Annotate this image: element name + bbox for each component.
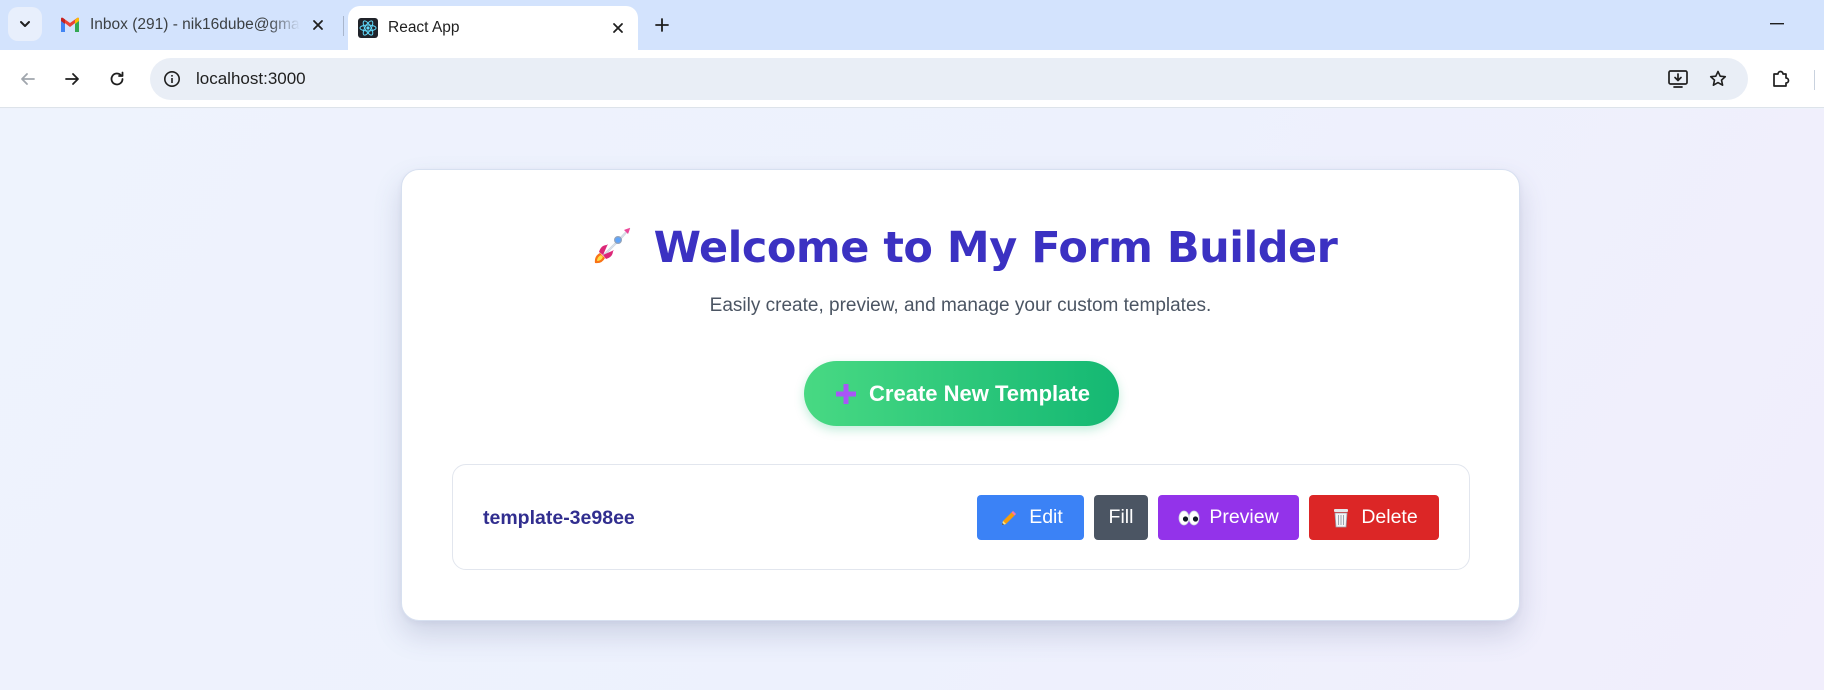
close-icon[interactable] bbox=[308, 15, 328, 35]
back-button[interactable] bbox=[12, 63, 44, 95]
bookmark-star-icon[interactable] bbox=[1706, 67, 1730, 91]
template-list-item: template-3e98ee Edit Fill Preview Delete bbox=[452, 464, 1470, 570]
create-new-template-button[interactable]: Create New Template bbox=[804, 361, 1119, 426]
plus-icon bbox=[655, 18, 669, 32]
rocket-icon bbox=[584, 222, 636, 274]
site-info-icon[interactable] bbox=[160, 67, 184, 91]
tab-gmail[interactable]: Inbox (291) - nik16dube@gmail.com - Gmai… bbox=[58, 0, 338, 50]
reload-icon bbox=[110, 71, 124, 86]
arrow-left-icon bbox=[21, 73, 35, 85]
forward-button[interactable] bbox=[56, 63, 88, 95]
delete-button-label: Delete bbox=[1361, 506, 1418, 528]
close-icon[interactable] bbox=[608, 18, 628, 38]
puzzle-icon bbox=[1773, 70, 1790, 87]
browser-toolbar: localhost:3000 bbox=[0, 50, 1824, 108]
tab-title: Inbox (291) - nik16dube@gmail.com - Gmai… bbox=[90, 16, 300, 33]
eyes-icon bbox=[1178, 507, 1200, 529]
create-button-label: Create New Template bbox=[869, 380, 1090, 406]
template-actions: Edit Fill Preview Delete bbox=[977, 495, 1439, 540]
preview-button-label: Preview bbox=[1209, 506, 1279, 528]
tab-divider bbox=[343, 16, 344, 36]
tab-strip: Inbox (291) - nik16dube@gmail.com - Gmai… bbox=[0, 0, 1824, 50]
page-title: Welcome to My Form Builder bbox=[653, 223, 1338, 273]
chevron-down-icon bbox=[20, 21, 30, 27]
tab-title: React App bbox=[388, 19, 460, 36]
preview-button[interactable]: Preview bbox=[1158, 495, 1299, 540]
tab-search-button[interactable] bbox=[8, 7, 42, 41]
plus-icon bbox=[833, 381, 859, 407]
react-icon bbox=[358, 18, 378, 38]
gmail-icon bbox=[60, 15, 80, 35]
page-heading: Welcome to My Form Builder bbox=[402, 222, 1519, 274]
extensions-button[interactable] bbox=[1768, 63, 1794, 95]
wastebasket-icon bbox=[1330, 507, 1352, 529]
delete-button[interactable]: Delete bbox=[1309, 495, 1439, 540]
minimize-icon bbox=[1770, 23, 1784, 25]
arrow-right-icon bbox=[65, 73, 79, 85]
url-text[interactable]: localhost:3000 bbox=[196, 58, 306, 100]
template-name: template-3e98ee bbox=[483, 507, 635, 529]
page-subtitle: Easily create, preview, and manage your … bbox=[709, 295, 1212, 316]
address-bar[interactable]: localhost:3000 bbox=[150, 58, 1748, 100]
tab-react-app[interactable]: React App bbox=[348, 6, 638, 50]
pencil-icon bbox=[998, 507, 1020, 529]
reload-button[interactable] bbox=[101, 63, 133, 95]
page-viewport: Welcome to My Form Builder Easily create… bbox=[0, 109, 1824, 690]
edit-button-label: Edit bbox=[1029, 506, 1063, 528]
edit-button[interactable]: Edit bbox=[977, 495, 1084, 540]
fill-button-label: Fill bbox=[1108, 506, 1134, 528]
main-card: Welcome to My Form Builder Easily create… bbox=[401, 169, 1520, 621]
install-app-icon[interactable] bbox=[1666, 67, 1690, 91]
fill-button[interactable]: Fill bbox=[1094, 495, 1148, 540]
new-tab-button[interactable] bbox=[648, 11, 676, 39]
toolbar-divider bbox=[1814, 70, 1815, 90]
minimize-button[interactable] bbox=[1762, 14, 1792, 34]
